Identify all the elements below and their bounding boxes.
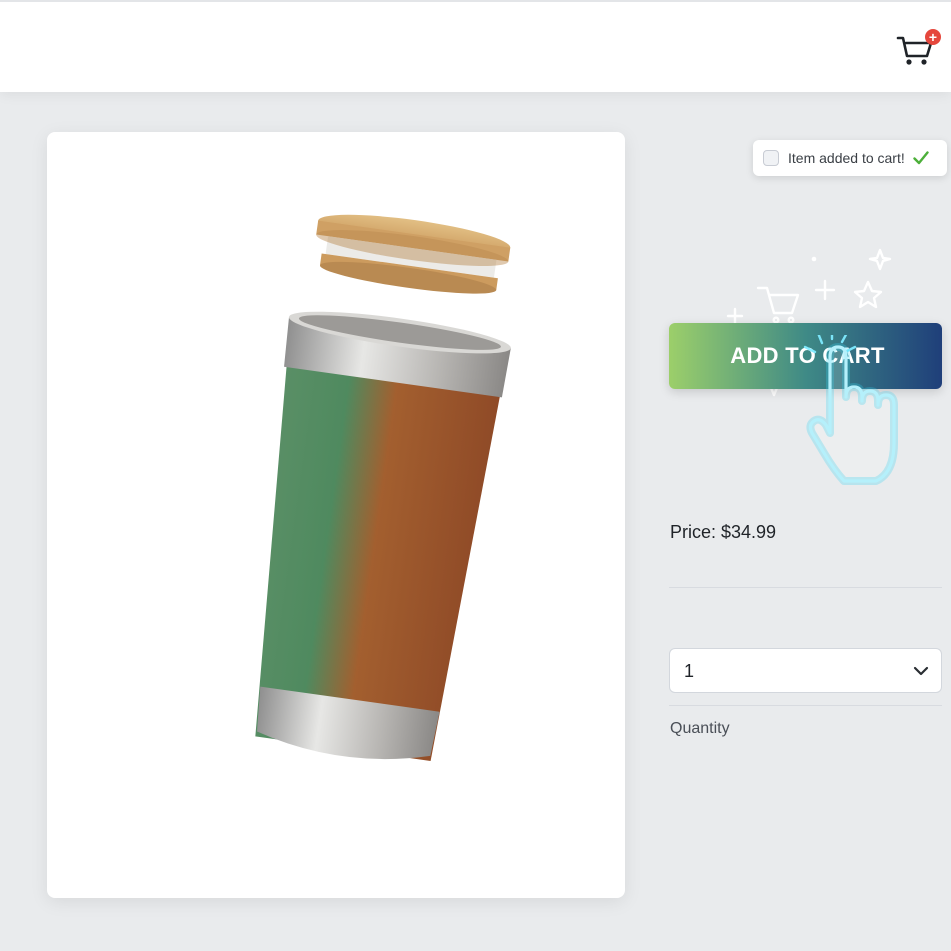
add-to-cart-button[interactable]: ADD TO CART xyxy=(669,323,942,389)
product-image-card xyxy=(47,132,625,898)
divider xyxy=(669,705,942,706)
add-to-cart-label: ADD TO CART xyxy=(730,343,885,368)
quantity-value: 1 xyxy=(684,661,695,681)
quantity-label: Quantity xyxy=(670,720,730,737)
top-nav-bar: + xyxy=(0,0,951,92)
toast-message: Item added to cart! xyxy=(788,150,905,166)
toast-checkbox[interactable] xyxy=(763,150,779,166)
checkmark-icon xyxy=(913,151,929,165)
chevron-down-icon xyxy=(913,666,929,676)
quantity-select[interactable]: 1 xyxy=(669,648,942,693)
divider xyxy=(669,587,942,588)
cart-count-badge: + xyxy=(925,29,941,45)
product-price: Price: $34.99 xyxy=(670,522,777,542)
tumbler-product-image xyxy=(255,214,511,761)
added-to-cart-toast: Item added to cart! xyxy=(753,140,947,176)
